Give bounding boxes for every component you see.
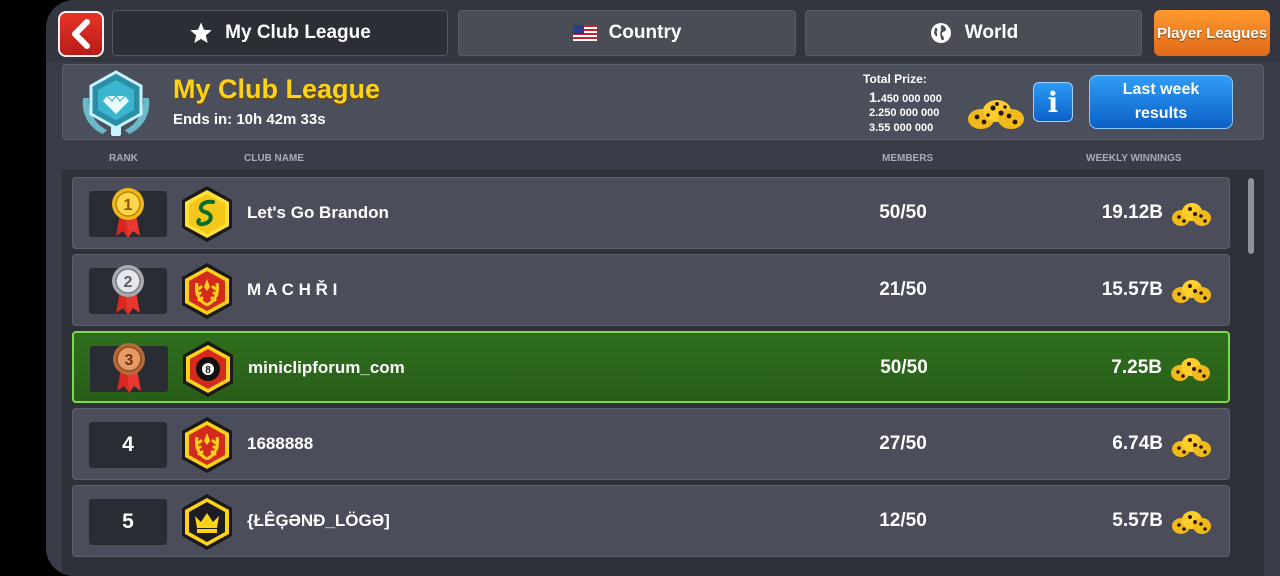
bronze-medal-icon: 3 xyxy=(113,343,145,393)
club-badge-snake-icon xyxy=(182,186,232,242)
coin-stack-icon xyxy=(1172,280,1211,303)
rank-number: 5 xyxy=(89,499,167,545)
prize-third: 3.55 000 000 xyxy=(869,122,934,134)
club-name: 1688888 xyxy=(247,434,314,453)
members-count: 50/50 xyxy=(880,357,928,378)
table-row-highlighted[interactable]: 3 8 miniclipforum_com 50/50 7.25B xyxy=(72,331,1230,403)
club-name: {ŁÊĢƏNÐ_LÖGƏ] xyxy=(247,511,390,530)
club-name: miniclipforum_com xyxy=(248,358,405,377)
svg-text:2: 2 xyxy=(124,274,133,291)
members-count: 27/50 xyxy=(879,433,927,454)
countdown-text: Ends in: 10h 42m 33s xyxy=(173,111,326,128)
league-header: My Club League Ends in: 10h 42m 33s Tota… xyxy=(62,64,1264,140)
back-button[interactable] xyxy=(58,11,104,57)
svg-text:8: 8 xyxy=(205,365,211,376)
club-badge-laurel-icon xyxy=(182,263,232,319)
tab-label: My Club League xyxy=(225,22,371,43)
globe-icon xyxy=(930,23,951,43)
club-name: Let's Go Brandon xyxy=(247,203,389,222)
tab-country[interactable]: Country xyxy=(458,10,796,56)
us-flag-icon xyxy=(572,25,597,41)
prize-second: 2.250 000 000 xyxy=(869,107,940,119)
weekly-winnings: 15.57B xyxy=(1101,279,1163,300)
star-icon xyxy=(190,22,212,43)
scrollbar[interactable] xyxy=(1248,178,1254,254)
column-header-club-name: CLUB NAME xyxy=(244,153,304,164)
table-row[interactable]: 4 1688888 27/50 6.74B xyxy=(72,408,1230,480)
svg-text:1: 1 xyxy=(124,197,133,214)
members-count: 12/50 xyxy=(879,510,927,531)
prize-first-lead: 1. xyxy=(869,89,881,105)
total-prize-label: Total Prize: xyxy=(863,72,927,86)
prize-first: 1.450 000 000 xyxy=(869,89,942,105)
club-badge-laurel-icon xyxy=(182,417,232,473)
leaderboard-list[interactable]: 1 Let's Go Brandon 50/50 19.12B 2 M A C … xyxy=(62,170,1264,576)
club-badge-8ball-icon: 8 xyxy=(183,341,233,397)
weekly-winnings: 19.12B xyxy=(1101,202,1163,223)
tab-label: Country xyxy=(608,22,682,43)
weekly-winnings: 6.74B xyxy=(1112,433,1163,454)
column-header-members: MEMBERS xyxy=(882,153,934,164)
rank-number: 4 xyxy=(89,422,167,468)
top-bar: My Club League Country World Player Leag… xyxy=(46,0,1280,62)
tab-world[interactable]: World xyxy=(805,10,1142,56)
table-row[interactable]: 2 M A C H Ř I 21/50 15.57B xyxy=(72,254,1230,326)
coin-stack-icon xyxy=(1172,203,1211,226)
chevron-left-icon xyxy=(72,19,90,49)
club-badge-crown-icon xyxy=(182,494,232,550)
last-week-label: Last week results xyxy=(1122,81,1200,122)
app-frame: My Club League Country World Player Leag… xyxy=(46,0,1280,576)
gold-medal-icon: 1 xyxy=(112,188,144,238)
rank-cell: 3 xyxy=(90,343,168,393)
tab-my-club-league[interactable]: My Club League xyxy=(112,10,448,56)
last-week-results-button[interactable]: Last week results xyxy=(1089,75,1233,129)
column-header-weekly-winnings: WEEKLY WINNINGS xyxy=(1086,153,1182,164)
rank-cell: 2 xyxy=(89,265,167,315)
silver-medal-icon: 2 xyxy=(112,265,144,315)
members-count: 21/50 xyxy=(879,279,927,300)
league-title: My Club League xyxy=(173,74,381,104)
weekly-winnings: 5.57B xyxy=(1112,510,1163,531)
column-header-rank: RANK xyxy=(109,153,138,164)
coin-stack-icon xyxy=(1172,511,1211,534)
table-row[interactable]: 5 {ŁÊĢƏNÐ_LÖGƏ] 12/50 5.57B xyxy=(72,485,1230,557)
prize-first-amount: 450 000 000 xyxy=(880,93,942,105)
info-button[interactable]: i xyxy=(1033,82,1073,122)
table-row[interactable]: 1 Let's Go Brandon 50/50 19.12B xyxy=(72,177,1230,249)
diamond-league-badge-icon xyxy=(82,70,150,136)
members-count: 50/50 xyxy=(879,202,927,223)
svg-text:3: 3 xyxy=(125,352,134,369)
club-name: M A C H Ř I xyxy=(247,280,338,299)
rank-cell: 1 xyxy=(89,188,167,238)
player-leagues-button[interactable]: Player Leagues xyxy=(1154,10,1270,56)
tab-label: World xyxy=(964,22,1019,43)
coin-stack-icon xyxy=(968,100,1024,129)
coin-stack-icon xyxy=(1172,434,1211,457)
coin-stack-icon xyxy=(1171,358,1210,381)
weekly-winnings: 7.25B xyxy=(1111,357,1162,378)
